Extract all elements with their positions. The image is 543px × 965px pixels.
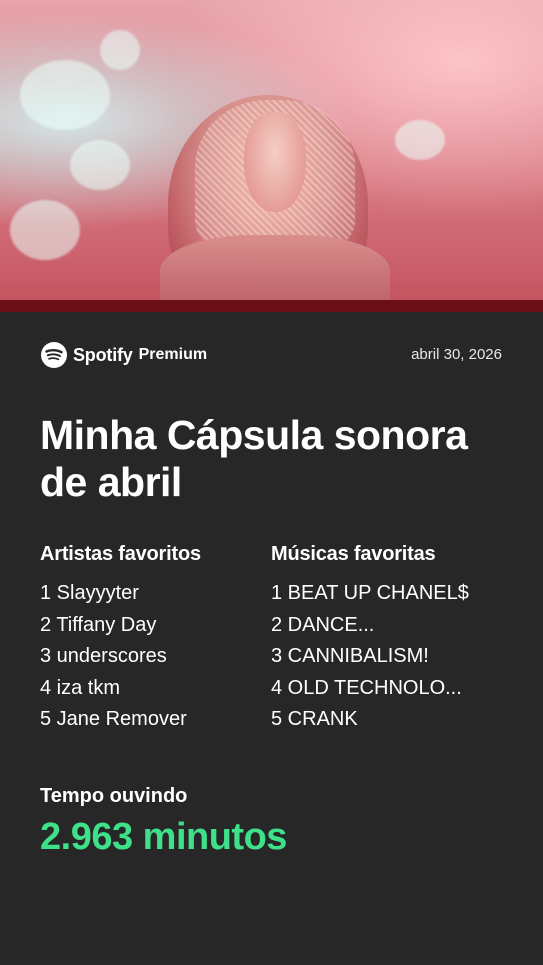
song-item: 3 CANNIBALISM! — [271, 645, 429, 668]
top-songs-section: Músicas favoritas 1 BEAT UP CHANEL$ 2 DA… — [271, 543, 469, 736]
top-artists-heading: Artistas favoritos — [40, 543, 201, 565]
top-songs-heading: Músicas favoritas — [271, 543, 436, 565]
top-artists-section: Artistas favoritos 1 Slayyyter 2 Tiffany… — [40, 543, 201, 736]
cover-divider-bar — [0, 300, 543, 312]
listening-time-value: 2.963 minutos — [40, 816, 287, 858]
song-item: 4 OLD TECHNOLO... — [271, 676, 462, 699]
song-item: 5 CRANK — [271, 708, 358, 731]
spotify-logo-icon — [41, 342, 67, 368]
listening-time-label: Tempo ouvindo — [40, 785, 188, 807]
artist-item: 4 iza tkm — [40, 676, 121, 699]
figure-body — [160, 235, 390, 302]
artist-item: 2 Tiffany Day — [40, 613, 157, 636]
brand-name: Spotify — [73, 344, 133, 365]
spotify-premium-logo: Spotify Premium — [41, 341, 207, 369]
cover-photo — [0, 0, 543, 302]
brand-tier: Premium — [138, 346, 208, 363]
figure-face — [244, 112, 306, 212]
artist-item: 3 underscores — [40, 645, 167, 668]
song-item: 2 DANCE... — [271, 613, 375, 636]
artist-item: 5 Jane Remover — [40, 708, 187, 731]
song-item: 1 BEAT UP CHANEL$ — [271, 582, 469, 604]
page-title: Minha Cápsula sonora de abril — [40, 412, 468, 505]
capsule-date: abril 30, 2026 — [411, 346, 502, 363]
artist-item: 1 Slayyyter — [40, 582, 139, 604]
